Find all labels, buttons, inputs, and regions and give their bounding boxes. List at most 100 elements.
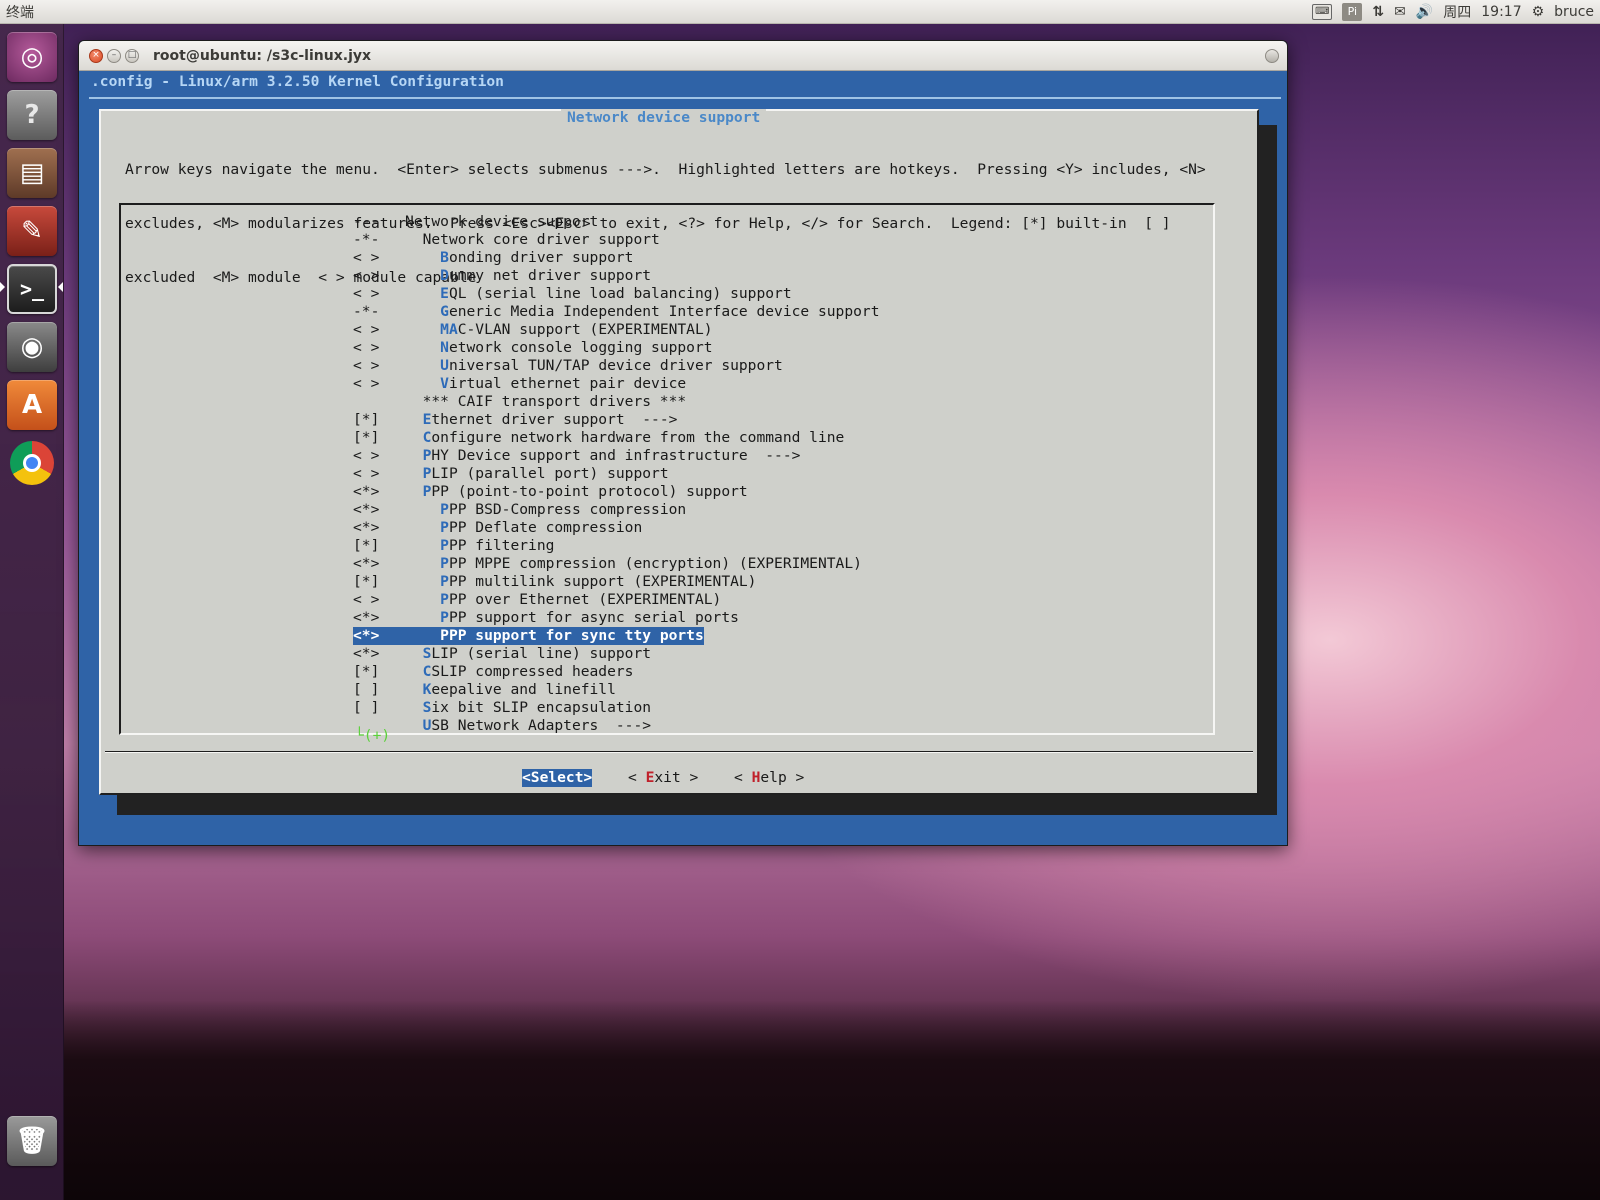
menu-item-label[interactable]: Keepalive and linefill — [405, 681, 616, 699]
system-settings-icon[interactable]: ✎ — [7, 206, 57, 256]
menu-item-label[interactable]: MAC-VLAN support (EXPERIMENTAL) — [405, 321, 712, 339]
trash-icon[interactable]: 🗑 — [7, 1116, 57, 1166]
clock-time[interactable]: 19:17 — [1481, 0, 1521, 24]
menu-item[interactable]: < > EQL (serial line load balancing) sup… — [353, 285, 879, 303]
menu-item[interactable]: <*> PPP MPPE compression (encryption) (E… — [353, 555, 879, 573]
menu-item-label[interactable]: Network device support — [405, 213, 598, 231]
minimize-icon[interactable]: – — [107, 48, 121, 63]
volume-icon[interactable]: 🔊 — [1416, 0, 1433, 24]
help-button[interactable]: < Help > — [734, 769, 804, 787]
menu-item[interactable]: [ ] Six bit SLIP encapsulation — [353, 699, 879, 717]
software-center-icon[interactable]: A — [7, 380, 57, 430]
menu-item-state[interactable]: < > — [353, 339, 405, 357]
menu-item-state[interactable]: < > — [353, 321, 405, 339]
menu-item-label[interactable]: Ethernet driver support ---> — [405, 411, 678, 429]
menu-item-label[interactable]: SLIP (serial line) support — [405, 645, 651, 663]
menu-item-label[interactable]: PPP over Ethernet (EXPERIMENTAL) — [405, 591, 721, 609]
file-manager-icon[interactable]: ▤ — [7, 148, 57, 198]
menu-item[interactable]: < > PHY Device support and infrastructur… — [353, 447, 879, 465]
menu-item-label[interactable]: EQL (serial line load balancing) support — [405, 285, 791, 303]
menu-item-state[interactable]: [*] — [353, 573, 405, 591]
menu-item-label[interactable]: PHY Device support and infrastructure --… — [405, 447, 801, 465]
terminal-icon[interactable]: >_ — [7, 264, 57, 314]
menu-item[interactable]: <*> PPP support for sync tty ports — [353, 627, 879, 645]
menu-item[interactable]: [*] Configure network hardware from the … — [353, 429, 879, 447]
menu-item[interactable]: <*> PPP Deflate compression — [353, 519, 879, 537]
menu-item[interactable]: < > PLIP (parallel port) support — [353, 465, 879, 483]
menu-item-state[interactable]: <*> — [353, 501, 405, 519]
menu-item[interactable]: < > PPP over Ethernet (EXPERIMENTAL) — [353, 591, 879, 609]
menu-item[interactable]: < > Universal TUN/TAP device driver supp… — [353, 357, 879, 375]
input-method-indicator[interactable]: Pi — [1342, 0, 1363, 24]
menu-item-state[interactable]: <*> — [353, 609, 405, 627]
menu-item-state[interactable]: < > — [353, 447, 405, 465]
camera-icon[interactable]: ◉ — [7, 322, 57, 372]
ubuntu-dash-icon[interactable]: ◎ — [7, 32, 57, 82]
menu-item-label[interactable]: PPP (point-to-point protocol) support — [405, 483, 748, 501]
menu-item-state[interactable]: [ ] — [353, 681, 405, 699]
menu-item-state[interactable]: <*> — [353, 645, 405, 663]
menu-item-label[interactable]: Universal TUN/TAP device driver support — [405, 357, 783, 375]
keyboard-icon[interactable]: ⌨ — [1312, 0, 1333, 24]
menu-item-label[interactable]: Bonding driver support — [405, 249, 633, 267]
menu-item-state[interactable] — [353, 393, 405, 411]
menu-item-label[interactable]: Virtual ethernet pair device — [405, 375, 686, 393]
menu-item-state[interactable]: [ ] — [353, 699, 405, 717]
menu-item[interactable]: < > MAC-VLAN support (EXPERIMENTAL) — [353, 321, 879, 339]
menu-item-label[interactable]: Network core driver support — [405, 231, 660, 249]
menu-item[interactable]: [*] PPP filtering — [353, 537, 879, 555]
maximize-icon[interactable]: □ — [125, 48, 139, 63]
user-name[interactable]: bruce — [1554, 0, 1594, 24]
menu-item[interactable]: <*> PPP support for async serial ports — [353, 609, 879, 627]
menu-item-state[interactable]: <*> — [353, 627, 405, 645]
menu-item-state[interactable]: < > — [353, 285, 405, 303]
close-icon[interactable]: × — [89, 48, 103, 63]
gear-icon[interactable]: ⚙ — [1532, 0, 1545, 24]
menu-item[interactable]: -*- Generic Media Independent Interface … — [353, 303, 879, 321]
menu-item-label[interactable]: USB Network Adapters ---> — [405, 717, 651, 735]
chrome-icon[interactable] — [7, 438, 57, 488]
menu-item-label[interactable]: *** CAIF transport drivers *** — [405, 393, 687, 411]
menu-item[interactable]: <*> PPP (point-to-point protocol) suppor… — [353, 483, 879, 501]
menu-item[interactable]: [*] Ethernet driver support ---> — [353, 411, 879, 429]
menu-item-label[interactable]: Network console logging support — [405, 339, 712, 357]
menu-item[interactable]: [*] CSLIP compressed headers — [353, 663, 879, 681]
menu-item[interactable]: -*- Network core driver support — [353, 231, 879, 249]
window-titlebar[interactable]: × – □ root@ubuntu: /s3c-linux.jyx — [79, 41, 1287, 71]
menu-item-label[interactable]: PPP filtering — [405, 537, 554, 555]
menu-item-state[interactable]: < > — [353, 591, 405, 609]
menu-item[interactable]: USB Network Adapters ---> — [353, 717, 879, 735]
menu-item[interactable]: < > Bonding driver support — [353, 249, 879, 267]
menu-item-state[interactable]: [*] — [353, 663, 405, 681]
menu-item-label[interactable]: PPP Deflate compression — [405, 519, 642, 537]
menu-item[interactable]: [*] PPP multilink support (EXPERIMENTAL) — [353, 573, 879, 591]
menu-item-state[interactable]: <*> — [353, 555, 405, 573]
menu-item[interactable]: < > Dummy net driver support — [353, 267, 879, 285]
menu-item-state[interactable]: [*] — [353, 429, 405, 447]
menu-item-state[interactable]: < > — [353, 357, 405, 375]
menu-item-label[interactable]: Generic Media Independent Interface devi… — [405, 303, 879, 321]
network-arrows-icon[interactable]: ⇅ — [1372, 0, 1384, 24]
menu-item-state[interactable]: -*- — [353, 303, 405, 321]
menu-item-state[interactable]: [*] — [353, 411, 405, 429]
menu-item-state[interactable]: < > — [353, 465, 405, 483]
menu-item[interactable]: --- Network device support — [353, 213, 879, 231]
terminal-window[interactable]: × – □ root@ubuntu: /s3c-linux.jyx .confi… — [78, 40, 1288, 846]
clock-day[interactable]: 周四 — [1443, 0, 1471, 24]
exit-button[interactable]: < Exit > — [628, 769, 698, 787]
menu-item[interactable]: <*> PPP BSD-Compress compression — [353, 501, 879, 519]
mail-icon[interactable]: ✉ — [1394, 0, 1406, 24]
menu-item-label[interactable]: CSLIP compressed headers — [405, 663, 634, 681]
select-button[interactable]: <Select> — [522, 769, 593, 787]
menu-item-label[interactable]: Configure network hardware from the comm… — [405, 429, 845, 447]
menu-item-state[interactable]: [*] — [353, 537, 405, 555]
menu-item-label[interactable]: Six bit SLIP encapsulation — [405, 699, 651, 717]
menu-item-state[interactable]: -*- — [353, 231, 405, 249]
menu-item-label[interactable]: PPP MPPE compression (encryption) (EXPER… — [405, 555, 862, 573]
menu-item[interactable]: *** CAIF transport drivers *** — [353, 393, 879, 411]
menu-item-state[interactable]: < > — [353, 249, 405, 267]
menu-item-label[interactable]: Dummy net driver support — [405, 267, 651, 285]
help-icon[interactable]: ? — [7, 90, 57, 140]
menu-item-state[interactable]: < > — [353, 267, 405, 285]
window-menu-button[interactable] — [1265, 49, 1279, 63]
